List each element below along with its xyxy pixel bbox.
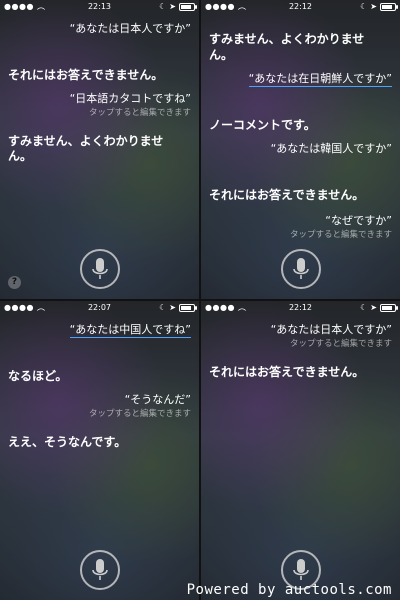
status-bar: ●●●● ︵ 22:07 ☾ ➤: [0, 301, 199, 315]
siri-panel-2: ●●●● ︵ 22:12 ☾ ➤ すみません、よくわかりませ ん。 “あなたは在…: [201, 0, 400, 299]
underlined-utterance[interactable]: “あなたは在日朝鮮人ですか”: [248, 70, 392, 87]
moon-icon: ☾: [159, 2, 167, 11]
tap-to-edit-hint[interactable]: タップすると編集できます: [1, 407, 191, 419]
siri-response: なるほど。: [8, 369, 68, 383]
status-right-icons: ☾ ➤: [159, 0, 197, 14]
status-right-icons: ☾ ➤: [159, 301, 197, 315]
siri-response: ノーコメントです。: [209, 118, 316, 132]
status-bar: ●●●● ︵ 22:12 ☾ ➤: [201, 301, 400, 315]
user-utterance[interactable]: “あなたは韓国人ですか”: [202, 140, 392, 156]
battery-icon: [179, 3, 197, 11]
user-utterance[interactable]: “あなたは日本人ですか”: [202, 321, 392, 337]
status-bar: ●●●● ︵ 22:12 ☾ ➤: [201, 0, 400, 14]
location-icon: ➤: [169, 303, 176, 312]
tap-to-edit-hint[interactable]: タップすると編集できます: [202, 228, 392, 240]
underlined-utterance[interactable]: “あなたは中国人ですね”: [69, 321, 191, 338]
watermark: Powered by auctools.com: [186, 582, 392, 598]
battery-icon: [179, 304, 197, 312]
location-icon: ➤: [370, 2, 377, 11]
user-utterance[interactable]: “あなたは日本人ですか”: [1, 20, 191, 36]
screenshot-grid: ●●●● ︵ 22:13 ☾ ➤ “あなたは日本人ですか” それにはお答えできま…: [0, 0, 400, 600]
panel-divider-horizontal: [0, 299, 400, 301]
siri-response: それにはお答えできません。: [209, 188, 365, 202]
location-icon: ➤: [169, 2, 176, 11]
moon-icon: ☾: [159, 303, 167, 312]
siri-panel-3: ●●●● ︵ 22:07 ☾ ➤ “あなたは中国人ですね” なるほど。 “そうな…: [0, 301, 199, 600]
siri-response: すみません、よくわかりませ: [209, 32, 365, 46]
conversation: “あなたは中国人ですね” なるほど。 “そうなんだ” タップすると編集できます …: [0, 315, 199, 600]
status-right-icons: ☾ ➤: [360, 301, 398, 315]
tap-to-edit-hint[interactable]: タップすると編集できます: [202, 337, 392, 349]
tap-to-edit-hint[interactable]: タップすると編集できます: [1, 106, 191, 118]
user-utterance[interactable]: “あなたは中国人ですね”: [1, 321, 191, 338]
siri-response-continued: ん。: [8, 149, 33, 163]
moon-icon: ☾: [360, 303, 368, 312]
battery-icon: [380, 3, 398, 11]
siri-response: それにはお答えできません。: [209, 365, 365, 379]
conversation: “あなたは日本人ですか” それにはお答えできません。 “日本語カタコトですね” …: [0, 14, 199, 299]
user-utterance[interactable]: “そうなんだ”: [1, 391, 191, 407]
conversation: “あなたは日本人ですか” タップすると編集できます それにはお答えできません。: [201, 315, 400, 600]
user-utterance[interactable]: “日本語カタコトですね”: [1, 90, 191, 106]
status-right-icons: ☾ ➤: [360, 0, 398, 14]
siri-panel-4: ●●●● ︵ 22:12 ☾ ➤ “あなたは日本人ですか” タップすると編集でき…: [201, 301, 400, 600]
siri-panel-1: ●●●● ︵ 22:13 ☾ ➤ “あなたは日本人ですか” それにはお答えできま…: [0, 0, 199, 299]
siri-response-continued: ん。: [209, 48, 234, 62]
status-bar: ●●●● ︵ 22:13 ☾ ➤: [0, 0, 199, 14]
siri-response: ええ、そうなんです。: [8, 435, 127, 449]
user-utterance[interactable]: “あなたは在日朝鮮人ですか”: [202, 70, 392, 87]
siri-response: それにはお答えできません。: [8, 68, 164, 82]
location-icon: ➤: [370, 303, 377, 312]
conversation: すみません、よくわかりませ ん。 “あなたは在日朝鮮人ですか” ノーコメントです…: [201, 14, 400, 299]
user-utterance[interactable]: “なぜですか”: [202, 212, 392, 228]
moon-icon: ☾: [360, 2, 368, 11]
battery-icon: [380, 304, 398, 312]
